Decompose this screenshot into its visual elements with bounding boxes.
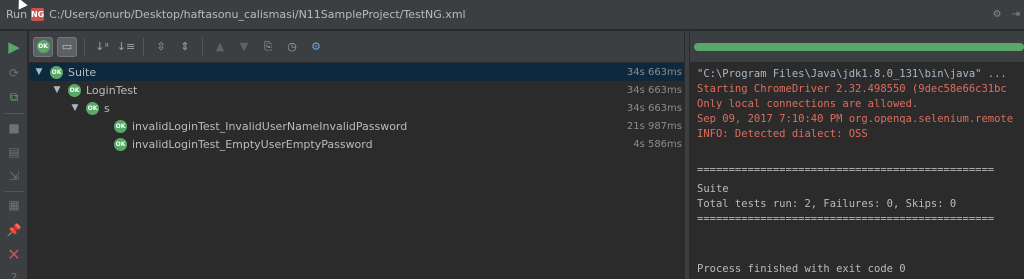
toolbar-separator [202, 37, 203, 56]
layout-icon[interactable]: ▦ [5, 196, 23, 214]
previous-failed-button[interactable]: ▲ [210, 37, 230, 57]
ignored-icon: ▭ [61, 40, 73, 53]
test-name: invalidLoginTest_InvalidUserNameInvalidP… [132, 119, 408, 133]
passed-icon: OK [36, 40, 50, 53]
collapse-arrow-icon[interactable]: ▼ [70, 103, 80, 113]
pin-tab-icon[interactable]: 📌 [5, 221, 23, 239]
tree-row-group[interactable]: ▼ OK s 34s 663ms [29, 99, 684, 117]
toolbar-separator [84, 37, 85, 56]
test-duration: 4s 586ms [633, 138, 682, 150]
passed-icon: OK [50, 65, 63, 79]
collapse-all-icon: ⇕ [180, 40, 190, 53]
collapse-all-button[interactable]: ⇕ [175, 37, 195, 57]
console-line: Sep 09, 2017 7:10:40 PM org.openqa.selen… [697, 113, 1014, 125]
title-tools: ⚙ ⇥ [993, 9, 1020, 20]
tree-row-suite[interactable]: ▼ OK Suite 34s 663ms [29, 63, 684, 81]
test-history-button[interactable]: ◷ [282, 37, 302, 57]
gear-icon: ⚙ [311, 40, 321, 53]
toggle-autotest-icon[interactable]: ⧉ [5, 88, 23, 106]
show-ignored-button[interactable]: ▭ [57, 36, 77, 57]
test-name: invalidLoginTest_EmptyUserEmptyPassword [132, 137, 373, 151]
console-line: INFO: Detected dialect: OSS [697, 128, 868, 140]
import-icon[interactable]: ⇲ [5, 167, 23, 185]
sort-az-icon: ↓ᵃ [95, 40, 109, 53]
rerun-failed-icon[interactable]: ⟳ [5, 64, 23, 82]
expand-all-icon: ⇳ [156, 40, 166, 53]
console-output[interactable]: "C:\Program Files\Java\jdk1.8.0_131\bin\… [690, 63, 1024, 279]
show-passed-button[interactable]: OK [33, 36, 53, 57]
sort-duration-icon: ↓≡ [116, 40, 136, 53]
toolbar-separator [4, 191, 24, 192]
toolbar-separator [143, 37, 144, 56]
test-duration: 34s 663ms [626, 66, 682, 78]
tree-row-method[interactable]: OK invalidLoginTest_InvalidUserNameInval… [29, 117, 684, 135]
toolbar-separator [4, 113, 24, 114]
console-line: Total tests run: 2, Failures: 0, Skips: … [697, 198, 957, 210]
test-duration: 34s 663ms [626, 102, 682, 114]
up-arrow-icon: ▲ [215, 40, 225, 53]
test-runner-toolbar: OK ▭ ↓ᵃ ↓≡ ⇳ ⇕ ▲ ▼ ⎘ ◷ ⚙ [29, 31, 684, 62]
passed-icon: OK [114, 119, 127, 133]
console-line: ========================================… [697, 164, 995, 176]
sort-by-duration-button[interactable]: ↓≡ [116, 37, 136, 57]
passed-icon: OK [86, 101, 99, 115]
test-duration: 21s 987ms [626, 120, 682, 132]
expand-all-button[interactable]: ⇳ [151, 37, 171, 57]
collapse-arrow-icon[interactable]: ▼ [34, 67, 44, 77]
progress-area [690, 31, 1024, 62]
test-name: s [104, 101, 110, 115]
rerun-play-icon[interactable]: ▶ [5, 38, 23, 56]
console-line: Starting ChromeDriver 2.32.498550 (9dec5… [697, 83, 1007, 95]
export-icon[interactable]: ▤ [5, 143, 23, 161]
test-duration: 34s 663ms [626, 84, 682, 96]
down-arrow-icon: ▼ [239, 40, 249, 53]
run-config-tab[interactable]: C:/Users/onurb/Desktop/haftasonu_calisma… [49, 8, 466, 21]
passed-icon: OK [114, 137, 127, 151]
export-results-icon: ⎘ [263, 39, 273, 53]
settings-gear-icon[interactable]: ⚙ [993, 9, 1002, 20]
test-name: Suite [68, 65, 97, 79]
close-icon[interactable]: ✕ [5, 245, 23, 264]
progress-fill [694, 43, 1024, 51]
tree-row-method[interactable]: OK invalidLoginTest_EmptyUserEmptyPasswo… [29, 135, 684, 153]
collapse-arrow-icon[interactable]: ▼ [52, 85, 62, 95]
console-line: Process finished with exit code 0 [697, 263, 906, 275]
tree-row-class[interactable]: ▼ OK LoginTest 34s 663ms [29, 81, 684, 99]
run-label: Run [6, 8, 28, 21]
history-icon: ◷ [287, 40, 297, 53]
passed-icon: OK [68, 83, 81, 97]
console-line: "C:\Program Files\Java\jdk1.8.0_131\bin\… [697, 68, 1007, 80]
run-title-bar: Run NG C:/Users/onurb/Desktop/haftasonu_… [0, 0, 1024, 30]
test-progress-bar [694, 43, 1024, 51]
help-icon[interactable]: ? [5, 269, 23, 279]
console-line: Suite [697, 183, 729, 195]
test-name: LoginTest [86, 83, 138, 97]
next-failed-button[interactable]: ▼ [234, 37, 254, 57]
stop-icon[interactable]: ■ [5, 119, 23, 137]
left-toolbar: ▶ ⟳ ⧉ ■ ▤ ⇲ ▦ 📌 ✕ ? [0, 31, 28, 279]
console-line: ========================================… [697, 213, 995, 225]
console-line: Only local connections are allowed. [697, 98, 919, 110]
sort-alphabetically-button[interactable]: ↓ᵃ [92, 37, 112, 57]
testng-icon: NG [30, 8, 45, 21]
export-results-button[interactable]: ⎘ [258, 37, 278, 57]
settings-button[interactable]: ⚙ [306, 37, 326, 57]
test-results-tree: ▼ OK Suite 34s 663ms ▼ OK LoginTest 34s … [29, 63, 684, 279]
hide-panel-icon[interactable]: ⇥ [1012, 9, 1020, 20]
